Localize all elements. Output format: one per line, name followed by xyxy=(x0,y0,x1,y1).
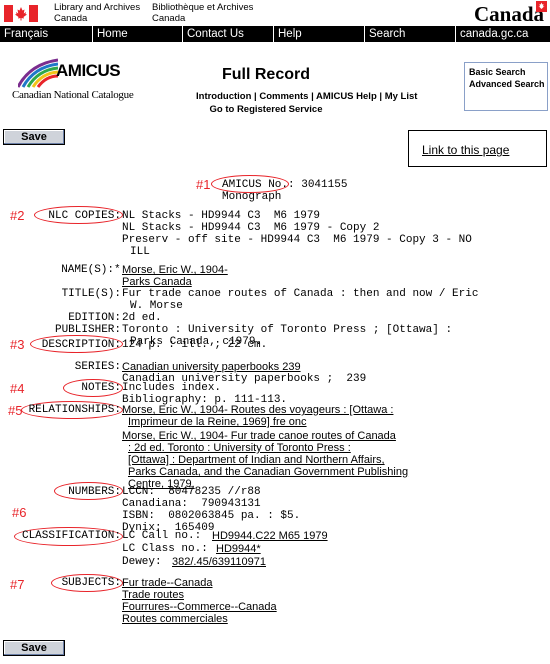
subject-link-3[interactable]: Fourrures--Commerce--Canada xyxy=(122,601,277,613)
top-nav-bar: Français Home Contact Us Help Search can… xyxy=(0,26,550,42)
canada-wordmark-text: Canada xyxy=(473,2,544,26)
comments-link[interactable]: Comments xyxy=(259,91,308,102)
introduction-link[interactable]: Introduction xyxy=(196,91,251,102)
lac-english-name: Library and Archives Canada xyxy=(54,2,140,24)
nav-divider xyxy=(455,26,456,42)
series-link[interactable]: Canadian university paperbooks 239 xyxy=(122,361,301,373)
names-label: NAME(S): xyxy=(61,264,114,276)
classification-label: CLASSIFICATION: xyxy=(21,530,121,542)
publisher-label: PUBLISHER: xyxy=(54,324,121,336)
lc-class-link-text[interactable]: HD9944* xyxy=(216,543,261,555)
relationship-2-line-4[interactable]: Parks Canada, and the Canadian Governmen… xyxy=(122,466,408,478)
wordmark-flag-icon xyxy=(536,1,547,12)
save-button-top[interactable]: Save xyxy=(3,129,65,145)
name-link-1[interactable]: Morse, Eric W., 1904- xyxy=(122,264,228,276)
dewey-link[interactable]: 382/.45/639110971 xyxy=(172,556,266,568)
lac-en-line-2: Canada xyxy=(54,13,88,24)
title-line-1: Fur trade canoe routes of Canada : then … xyxy=(122,288,479,300)
annotation-marker-1: #1 xyxy=(196,177,211,192)
advanced-search-link[interactable]: Advanced Search xyxy=(469,79,545,89)
search-links-box: Basic Search Advanced Search xyxy=(464,62,548,111)
record-type: Monograph xyxy=(222,191,282,203)
name-link-2[interactable]: Parks Canada xyxy=(122,276,192,288)
registered-service-link[interactable]: Go to Registered Service xyxy=(196,104,336,115)
amicus-logo-icon xyxy=(18,58,58,88)
description-label: DESCRIPTION: xyxy=(41,339,121,351)
number-isbn: ISBN: 0802063845 pa. : $5. xyxy=(122,510,301,522)
nav-help[interactable]: Help xyxy=(278,27,302,41)
nav-canada-gc-ca[interactable]: canada.gc.ca xyxy=(460,27,528,41)
title-line-2: W. Morse xyxy=(130,300,183,312)
edition-label: EDITION: xyxy=(68,312,121,324)
amicus-no-label-text[interactable]: AMICUS No. xyxy=(222,179,288,191)
canada-wordmark: Canada xyxy=(473,1,547,26)
lc-class-link[interactable]: HD9944* xyxy=(216,543,261,555)
subject-link-1[interactable]: Fur trade--Canada xyxy=(122,577,277,589)
lc-class-label: LC Class no.: xyxy=(122,543,208,555)
annotation-marker-6: #6 xyxy=(12,505,27,520)
lc-call-link-text[interactable]: HD9944.C22 M65 1979 xyxy=(212,530,328,542)
lac-fr-line-1: Bibliothèque et Archives xyxy=(152,2,254,13)
publisher-line-1: Toronto : University of Toronto Press ; … xyxy=(122,324,453,336)
lac-fr-line-2: Canada xyxy=(152,13,186,24)
catalogue-name: Canadian National Catalogue xyxy=(12,89,134,101)
amicus-no-label: AMICUS No.: 3041155 xyxy=(222,179,348,191)
relationship-2-line-3[interactable]: [Ottawa] : Department of Indian and Nort… xyxy=(122,454,408,466)
number-lccn: LCCN: 80478235 //r88 xyxy=(122,486,261,498)
nav-divider xyxy=(364,26,365,42)
relationship-2-line-1[interactable]: Morse, Eric W., 1904- Fur trade canoe ro… xyxy=(122,430,408,442)
nlc-copy-3-cont: ILL xyxy=(130,246,150,258)
relationship-2-line-2[interactable]: : 2d ed. Toronto : University of Toronto… xyxy=(122,442,408,454)
lc-call-label: LC Call no.: xyxy=(122,530,202,542)
link-to-page[interactable]: Link to this page xyxy=(422,143,509,157)
notes-line-1: Includes index. xyxy=(122,382,222,394)
names-asterisk: * xyxy=(114,264,121,276)
nlc-copy-2: NL Stacks - HD9944 C3 M6 1979 - Copy 2 xyxy=(122,222,380,234)
nlc-copies-label: NLC COPIES: xyxy=(48,210,121,222)
edition-value: 2d ed. xyxy=(122,312,162,324)
amicus-no-value: 3041155 xyxy=(301,179,348,191)
nav-contact-us[interactable]: Contact Us xyxy=(187,27,244,41)
lc-call-link[interactable]: HD9944.C22 M65 1979 xyxy=(212,530,328,542)
lac-french-name: Bibliothèque et Archives Canada xyxy=(152,2,253,24)
amicus-logo-text: AMICUS xyxy=(56,61,121,80)
dewey-link-text[interactable]: 382/.45/639110971 xyxy=(172,556,266,568)
dewey-label: Dewey: xyxy=(122,556,162,568)
series-link-text[interactable]: Canadian university paperbooks 239 xyxy=(122,361,301,373)
nav-divider xyxy=(92,26,93,42)
nlc-copy-3: Preserv - off site - HD9944 C3 M6 1979 -… xyxy=(122,234,472,246)
relationship-1-line-1[interactable]: Morse, Eric W., 1904- Routes des voyageu… xyxy=(122,404,393,416)
numbers-label: NUMBERS: xyxy=(68,486,121,498)
relationship-2[interactable]: Morse, Eric W., 1904- Fur trade canoe ro… xyxy=(122,430,408,490)
nav-divider xyxy=(182,26,183,42)
relationship-1-line-2[interactable]: Imprimeur de la Reine, 1969] fre onc xyxy=(122,416,393,428)
subject-link-2[interactable]: Trade routes xyxy=(122,589,277,601)
nav-search[interactable]: Search xyxy=(369,27,405,41)
amicus-help-link[interactable]: AMICUS Help xyxy=(316,91,377,102)
series-label: SERIES: xyxy=(74,361,121,373)
nav-francais[interactable]: Français xyxy=(4,27,48,41)
subject-link-4[interactable]: Routes commerciales xyxy=(122,613,277,625)
name-link-1-text[interactable]: Morse, Eric W., 1904- xyxy=(122,264,228,276)
nav-divider xyxy=(273,26,274,42)
nlc-copy-1: NL Stacks - HD9944 C3 M6 1979 xyxy=(122,210,321,222)
save-button-bottom[interactable]: Save xyxy=(3,640,65,656)
page-title: Full Record xyxy=(221,66,310,83)
name-link-2-text[interactable]: Parks Canada xyxy=(122,276,192,288)
description-value: 124 p. : ill. ; 22 cm. xyxy=(122,339,268,351)
title-label: TITLE(S): xyxy=(61,288,121,300)
number-canadiana: Canadiana: 790943131 xyxy=(122,498,261,510)
relationship-1[interactable]: Morse, Eric W., 1904- Routes des voyageu… xyxy=(122,404,393,428)
canada-flag-icon xyxy=(4,5,38,22)
nav-home[interactable]: Home xyxy=(97,27,128,41)
basic-search-link[interactable]: Basic Search xyxy=(469,67,526,77)
subjects-label: SUBJECTS: xyxy=(61,577,121,589)
lac-en-line-1: Library and Archives xyxy=(54,2,141,13)
relationships-label: RELATIONSHIPS: xyxy=(28,404,121,416)
subjects-list: Fur trade--Canada Trade routes Fourrures… xyxy=(122,577,277,625)
amicus-links: Introduction | Comments | AMICUS Help | … xyxy=(196,91,417,102)
notes-label: NOTES: xyxy=(81,382,121,394)
link-to-page-box: Link to this page xyxy=(408,130,547,167)
my-list-link[interactable]: My List xyxy=(385,91,418,102)
